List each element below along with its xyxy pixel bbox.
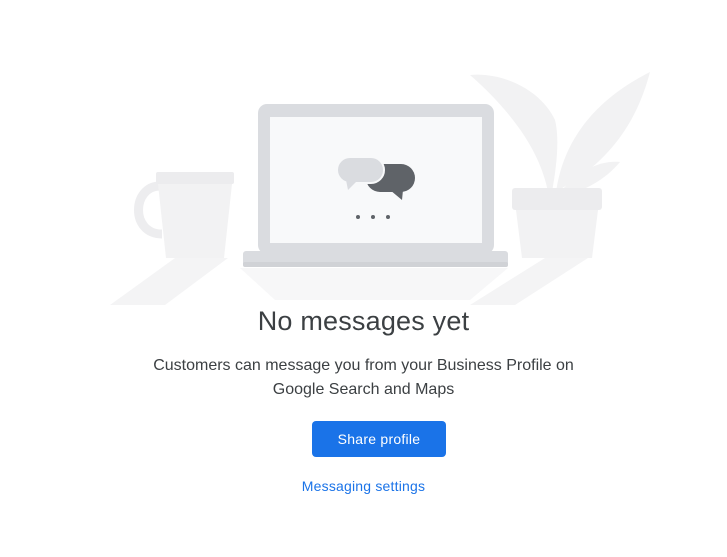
empty-state-title: No messages yet	[257, 306, 470, 336]
empty-state-description: Customers can message you from your Busi…	[0, 354, 727, 402]
description-line-1: Customers can message you from your Busi…	[153, 357, 574, 374]
messaging-settings-container: Messaging settings	[0, 478, 727, 494]
description-line-2: Google Search and Maps	[272, 381, 455, 398]
messaging-settings-link[interactable]: Messaging settings	[302, 478, 425, 494]
plant-leaves	[470, 72, 650, 196]
share-profile-button[interactable]: Share profile	[312, 421, 446, 457]
messages-empty-state: No messages yet Customers can message yo…	[0, 0, 727, 557]
laptop-chat-illustration	[110, 72, 650, 305]
plant-pot	[512, 188, 602, 258]
mug	[134, 172, 234, 258]
